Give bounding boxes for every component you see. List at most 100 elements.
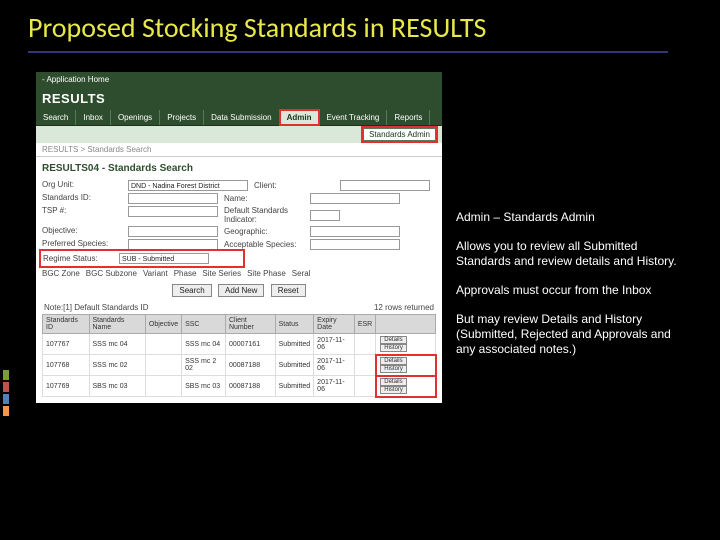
label-geographic: Geographic:: [224, 227, 304, 236]
tab-admin[interactable]: Admin: [280, 110, 320, 125]
label-acceptable-species: Acceptable Species:: [224, 240, 304, 249]
results-table: Standards ID Standards Name Objective SS…: [42, 314, 436, 397]
label-org-unit: Org Unit:: [42, 180, 122, 191]
app-screenshot: - Application Home RESULTS Search Inbox …: [36, 72, 442, 403]
note-label: Note:[1] Default Standards ID: [44, 303, 149, 312]
callout-2: Allows you to review all Submitted Stand…: [456, 239, 686, 269]
zone-header-row: BGC Zone BGC Subzone Variant Phase Site …: [42, 269, 436, 278]
field-preferred-species[interactable]: [128, 239, 218, 250]
tab-reports[interactable]: Reports: [387, 110, 430, 125]
history-button[interactable]: History: [380, 386, 407, 394]
callout-1: Admin – Standards Admin: [456, 210, 686, 225]
tab-inbox[interactable]: Inbox: [76, 110, 111, 125]
label-regime-status: Regime Status:: [43, 254, 113, 263]
details-button[interactable]: Details: [380, 378, 406, 386]
field-client[interactable]: [340, 180, 430, 191]
table-cell: SSS mc 04: [89, 334, 145, 355]
table-cell: 00087188: [225, 376, 275, 397]
action-cell: DetailsHistory: [376, 376, 436, 397]
field-tsp[interactable]: [128, 206, 218, 217]
breadcrumb: RESULTS > Standards Search: [36, 143, 442, 157]
col-seral: Seral: [292, 269, 311, 278]
table-cell: SSS mc 2 02: [182, 355, 226, 376]
table-cell: Submitted: [275, 334, 314, 355]
history-button[interactable]: History: [380, 365, 407, 373]
subnav-standards-admin[interactable]: Standards Admin: [363, 128, 436, 141]
th-esr: ESR: [354, 315, 375, 334]
th-expiry: Expiry Date: [314, 315, 355, 334]
table-cell: SSS mc 04: [182, 334, 226, 355]
field-standards-id[interactable]: [128, 193, 218, 204]
field-regime-status[interactable]: SUB - Submitted: [119, 253, 209, 264]
field-objective[interactable]: [128, 226, 218, 237]
col-variant: Variant: [143, 269, 168, 278]
action-cell: DetailsHistory: [376, 355, 436, 376]
table-cell: SBS mc 03: [89, 376, 145, 397]
field-name[interactable]: [310, 193, 400, 204]
tab-openings[interactable]: Openings: [111, 110, 160, 125]
table-cell: 2017-11-06: [314, 355, 355, 376]
tab-search[interactable]: Search: [36, 110, 76, 125]
th-objective: Objective: [145, 315, 181, 334]
table-cell: 2017-11-06: [314, 334, 355, 355]
callouts: Admin – Standards Admin Allows you to re…: [456, 210, 686, 371]
history-button[interactable]: History: [380, 344, 407, 352]
th-standards-name: Standards Name: [89, 315, 145, 334]
details-button[interactable]: Details: [380, 336, 406, 344]
table-cell: SBS mc 03: [182, 376, 226, 397]
field-org-unit[interactable]: DND - Nadina Forest District: [128, 180, 248, 191]
label-standards-id: Standards ID:: [42, 193, 122, 204]
details-button[interactable]: Details: [380, 357, 406, 365]
tab-event-tracking[interactable]: Event Tracking: [319, 110, 387, 125]
tab-bar: Search Inbox Openings Projects Data Subm…: [36, 110, 442, 126]
label-name: Name:: [224, 194, 304, 203]
table-cell: [145, 334, 181, 355]
table-cell: 2017-11-06: [314, 376, 355, 397]
table-cell: 00007161: [225, 334, 275, 355]
label-tsp: TSP #:: [42, 206, 122, 224]
table-cell: [145, 355, 181, 376]
col-site-series: Site Series: [202, 269, 241, 278]
subnav: Standards Admin: [36, 126, 442, 143]
table-cell: 107769: [43, 376, 90, 397]
table-cell: [354, 334, 375, 355]
label-preferred-species: Preferred Species:: [42, 239, 122, 250]
button-row: Search Add New Reset: [42, 284, 436, 297]
col-bgc-zone: BGC Zone: [42, 269, 80, 278]
table-cell: [354, 355, 375, 376]
table-cell: [354, 376, 375, 397]
accent-stripes: [3, 370, 9, 418]
field-default-indicator[interactable]: [310, 210, 340, 221]
col-site-phase: Site Phase: [247, 269, 286, 278]
regime-status-row: Regime Status: SUB - Submitted: [42, 252, 242, 265]
table-cell: 107768: [43, 355, 90, 376]
field-acceptable-species[interactable]: [310, 239, 400, 250]
th-status: Status: [275, 315, 314, 334]
slide-title: Proposed Stocking Standards in RESULTS: [28, 10, 668, 53]
reset-button[interactable]: Reset: [271, 284, 306, 297]
table-cell: [145, 376, 181, 397]
field-geographic[interactable]: [310, 226, 400, 237]
th-client-number: Client Number: [225, 315, 275, 334]
tab-projects[interactable]: Projects: [160, 110, 204, 125]
add-new-button[interactable]: Add New: [218, 284, 264, 297]
col-bgc-subzone: BGC Subzone: [86, 269, 137, 278]
table-row: 107768SSS mc 02SSS mc 2 0200087188Submit…: [43, 355, 436, 376]
label-objective: Objective:: [42, 226, 122, 237]
th-ssc: SSC: [182, 315, 226, 334]
app-header: RESULTS: [36, 87, 442, 110]
th-standards-id: Standards ID: [43, 315, 90, 334]
label-client: Client:: [254, 181, 334, 190]
action-cell: DetailsHistory: [376, 334, 436, 355]
tab-data-submission[interactable]: Data Submission: [204, 110, 279, 125]
table-cell: Submitted: [275, 355, 314, 376]
callout-4: But may review Details and History (Subm…: [456, 312, 686, 357]
rows-returned: 12 rows returned: [374, 303, 434, 312]
callout-3: Approvals must occur from the Inbox: [456, 283, 686, 298]
table-row: 107767SSS mc 04SSS mc 0400007161Submitte…: [43, 334, 436, 355]
table-cell: 107767: [43, 334, 90, 355]
table-cell: SSS mc 02: [89, 355, 145, 376]
app-home-link[interactable]: - Application Home: [36, 72, 442, 87]
search-button[interactable]: Search: [172, 284, 211, 297]
table-row: 107769SBS mc 03SBS mc 0300087188Submitte…: [43, 376, 436, 397]
